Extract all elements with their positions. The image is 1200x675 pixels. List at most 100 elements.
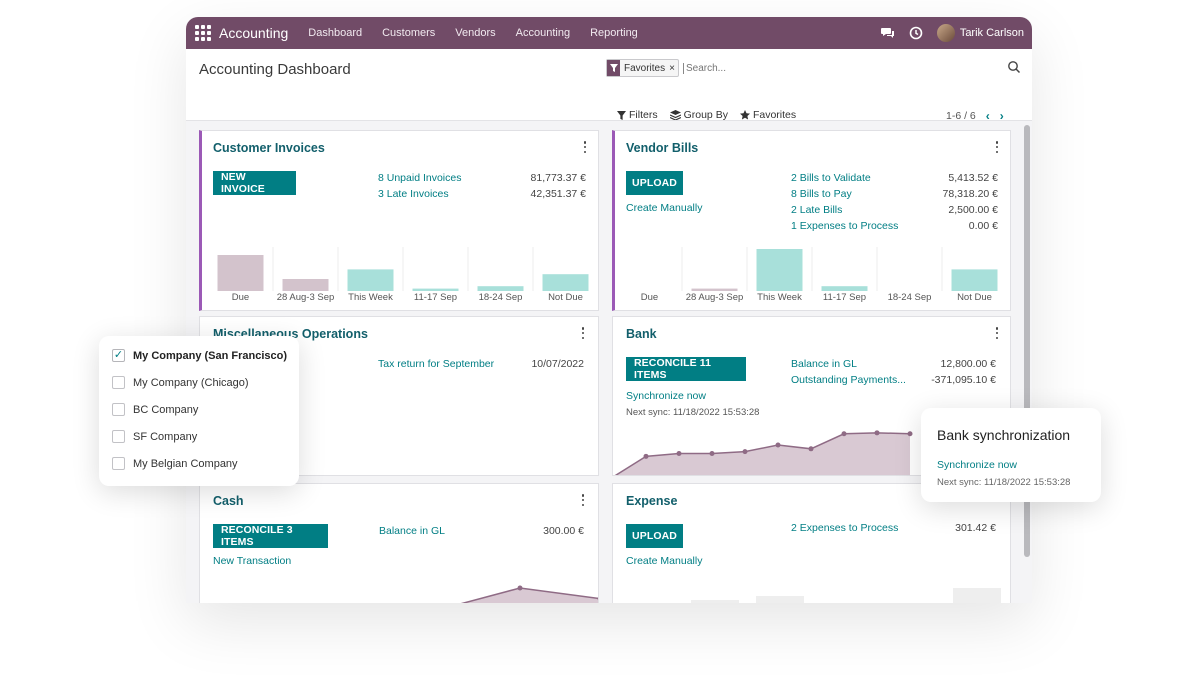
balance-gl-link[interactable]: Balance in GL <box>791 358 857 370</box>
unpaid-invoices-link[interactable]: 8 Unpaid Invoices <box>378 172 461 184</box>
pager-value[interactable]: 1-6 / 6 <box>946 110 976 122</box>
user-menu[interactable]: Tarik Carlson <box>936 24 1024 42</box>
pager: 1-6 / 6 ‹ › <box>946 109 1004 123</box>
bar-label: 28 Aug-3 Sep <box>685 292 744 303</box>
bills-to-pay-link[interactable]: 8 Bills to Pay <box>791 188 852 200</box>
cash-line-chart <box>460 585 598 603</box>
page-title: Accounting Dashboard <box>199 61 351 78</box>
reconcile-cash-button[interactable]: RECONCILE 3 ITEMS <box>213 524 328 548</box>
company-checkbox[interactable] <box>112 430 125 443</box>
sync-popup-link[interactable]: Synchronize now <box>937 459 1017 471</box>
chart-bar[interactable] <box>821 286 868 291</box>
sync-popup-title: Bank synchronization <box>937 427 1071 443</box>
chat-icon[interactable] <box>880 26 895 40</box>
group-by-button[interactable]: Group By <box>669 109 728 121</box>
late-invoices-link[interactable]: 3 Late Invoices <box>378 188 449 200</box>
upload-bill-button[interactable]: UPLOAD <box>626 171 683 195</box>
app-brand[interactable]: Accounting <box>219 25 288 41</box>
company-option[interactable]: SF Company <box>112 430 197 443</box>
card-title[interactable]: Expense <box>626 494 677 508</box>
company-checkbox[interactable] <box>112 457 125 470</box>
bar-label: This Week <box>348 292 393 303</box>
card-customer-invoices: Customer Invoices NEW INVOICE 8 Unpaid I… <box>199 130 599 311</box>
balance-gl-amount: 12,800.00 € <box>940 358 996 370</box>
company-option[interactable]: My Belgian Company <box>112 457 238 470</box>
bar-label: Not Due <box>548 292 583 303</box>
menu-accounting[interactable]: Accounting <box>516 27 570 39</box>
create-manually-link[interactable]: Create Manually <box>626 202 702 214</box>
company-option[interactable]: ✓ My Company (San Francisco) <box>112 349 287 362</box>
chart-point[interactable] <box>643 453 649 459</box>
card-title[interactable]: Bank <box>626 327 657 341</box>
upload-expense-button[interactable]: UPLOAD <box>626 524 683 548</box>
expense-chart-bar <box>756 596 804 603</box>
chart-point[interactable] <box>841 431 847 437</box>
chart-point[interactable] <box>742 449 748 455</box>
bills-to-pay-amount: 78,318.20 € <box>942 188 998 200</box>
chart-bar[interactable] <box>477 286 524 291</box>
tax-return-date: 10/07/2022 <box>531 358 584 370</box>
company-option[interactable]: BC Company <box>112 403 198 416</box>
facet-remove-button[interactable]: × <box>669 63 678 74</box>
kebab-menu-icon[interactable] <box>581 494 585 506</box>
chart-point[interactable] <box>874 430 880 436</box>
pager-next-button[interactable]: › <box>1000 109 1004 123</box>
menu-reporting[interactable]: Reporting <box>590 27 638 39</box>
chart-point[interactable] <box>907 431 913 437</box>
kebab-menu-icon[interactable] <box>995 327 999 339</box>
company-checkbox[interactable] <box>112 376 125 389</box>
outstanding-payments-link[interactable]: Outstanding Payments... <box>791 374 906 386</box>
company-checkbox[interactable] <box>112 403 125 416</box>
company-option[interactable]: My Company (Chicago) <box>112 376 249 389</box>
chart-bar[interactable] <box>282 279 329 291</box>
card-title[interactable]: Cash <box>213 494 244 508</box>
search-input[interactable] <box>682 62 883 74</box>
chart-point[interactable] <box>517 585 523 591</box>
menu-dashboard[interactable]: Dashboard <box>308 27 362 39</box>
chart-point[interactable] <box>709 451 715 456</box>
new-invoice-button[interactable]: NEW INVOICE <box>213 171 296 195</box>
tax-return-link[interactable]: Tax return for September <box>378 358 494 370</box>
pager-previous-button[interactable]: ‹ <box>986 109 990 123</box>
menu-customers[interactable]: Customers <box>382 27 435 39</box>
late-invoices-amount: 42,351.37 € <box>530 188 586 200</box>
clock-icon[interactable] <box>909 26 923 40</box>
group-by-label: Group By <box>683 109 728 121</box>
bar-label: 28 Aug-3 Sep <box>276 292 335 303</box>
cash-balance-gl-link[interactable]: Balance in GL <box>379 525 445 537</box>
chart-bar[interactable] <box>412 288 459 291</box>
company-checkbox[interactable]: ✓ <box>112 349 125 362</box>
chart-bar[interactable] <box>217 255 264 291</box>
outstanding-payments-amount: -371,095.10 € <box>931 374 996 386</box>
expenses-process-link[interactable]: 2 Expenses to Process <box>791 522 898 534</box>
chart-bar[interactable] <box>347 269 394 291</box>
menu-vendors[interactable]: Vendors <box>455 27 495 39</box>
chart-bar[interactable] <box>951 269 998 291</box>
favorites-button[interactable]: Favorites <box>739 109 796 121</box>
chart-point[interactable] <box>775 442 781 448</box>
late-bills-amount: 2,500.00 € <box>948 204 998 216</box>
search-icon[interactable] <box>1007 60 1021 74</box>
reconcile-bank-button[interactable]: RECONCILE 11 ITEMS <box>626 357 746 381</box>
cash-balance-gl-amount: 300.00 € <box>543 525 584 537</box>
chart-point[interactable] <box>808 446 814 452</box>
chart-bar[interactable] <box>756 249 803 291</box>
expenses-to-process-link[interactable]: 1 Expenses to Process <box>791 220 898 232</box>
kebab-menu-icon[interactable] <box>583 141 587 153</box>
new-transaction-link[interactable]: New Transaction <box>213 555 291 567</box>
chart-bar[interactable] <box>542 274 589 291</box>
card-title[interactable]: Vendor Bills <box>626 141 698 155</box>
late-bills-link[interactable]: 2 Late Bills <box>791 204 842 216</box>
funnel-icon <box>617 110 626 120</box>
chart-bar[interactable] <box>691 288 738 291</box>
expense-create-manually-link[interactable]: Create Manually <box>626 555 702 567</box>
kebab-menu-icon[interactable] <box>995 141 999 153</box>
expense-chart-bar <box>691 600 739 603</box>
card-title[interactable]: Customer Invoices <box>213 141 325 155</box>
chart-point[interactable] <box>676 451 682 456</box>
filters-button[interactable]: Filters <box>617 109 658 121</box>
bills-to-validate-link[interactable]: 2 Bills to Validate <box>791 172 871 184</box>
apps-grid-icon[interactable] <box>195 25 211 41</box>
sync-now-link[interactable]: Synchronize now <box>626 390 706 402</box>
kebab-menu-icon[interactable] <box>581 327 585 339</box>
